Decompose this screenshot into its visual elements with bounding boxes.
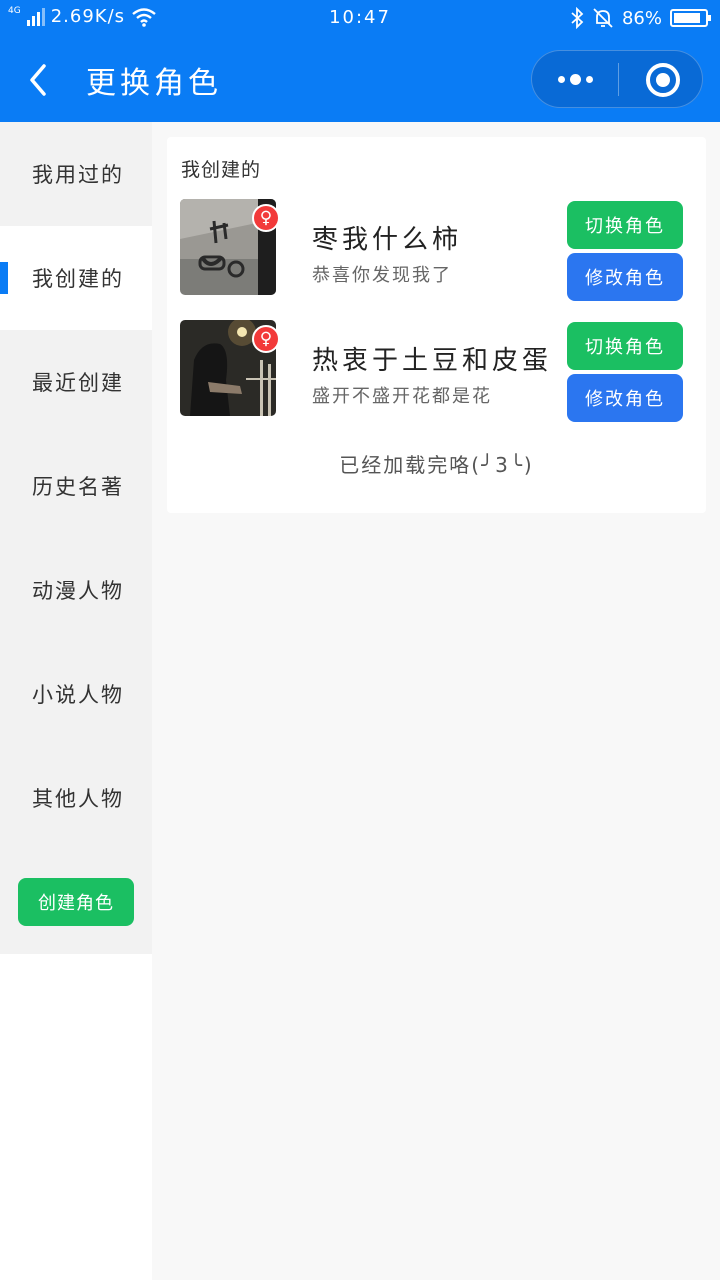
battery-fill (674, 13, 700, 23)
category-sidebar: 我用过的 我创建的 最近创建 历史名著 动漫人物 小说人物 其他人物 创建角色 (0, 122, 152, 954)
edit-role-button[interactable]: 修改角色 (567, 374, 683, 422)
create-role-button[interactable]: 创建角色 (18, 878, 134, 926)
status-bar: 4G 2.69K/s 10:47 86% (0, 0, 720, 38)
nav-bar: 更换角色 (0, 38, 720, 122)
sidebar-item-anime[interactable]: 动漫人物 (0, 538, 152, 642)
sidebar-item-other[interactable]: 其他人物 (0, 746, 152, 850)
female-icon: ♀ (252, 325, 280, 353)
sidebar-item-label: 我用过的 (32, 163, 124, 187)
sidebar-item-label: 动漫人物 (32, 579, 124, 603)
role-name: 热衷于土豆和皮蛋 (312, 346, 553, 376)
female-icon: ♀ (252, 204, 280, 232)
bell-muted-icon (593, 8, 613, 28)
sidebar-item-label: 小说人物 (32, 683, 124, 707)
load-complete-text: 已经加载完咯(╯3╰) (339, 453, 534, 477)
page-title: 更换角色 (86, 66, 222, 101)
sidebar-item-created[interactable]: 我创建的 (0, 226, 152, 330)
sidebar-item-history[interactable]: 历史名著 (0, 434, 152, 538)
sidebar-item-label: 我创建的 (32, 267, 124, 291)
switch-role-button[interactable]: 切换角色 (567, 201, 683, 249)
sidebar-item-recent[interactable]: 最近创建 (0, 330, 152, 434)
battery-text: 86% (621, 7, 662, 29)
role-name: 枣我什么柿 (312, 225, 463, 255)
back-arrow-icon[interactable] (24, 60, 54, 100)
capsule-divider (618, 63, 619, 96)
role-list-card: 我创建的 ♀ 枣我什么柿 恭喜你发现我了 切换角色 修改角色 ♀ 热衷于土豆和皮… (167, 137, 706, 513)
mini-program-capsule (531, 50, 703, 108)
sidebar-item-label: 最近创建 (32, 371, 124, 395)
sidebar-item-used[interactable]: 我用过的 (0, 122, 152, 226)
more-dots-icon[interactable] (532, 51, 618, 107)
close-target-icon[interactable] (646, 63, 680, 97)
bluetooth-icon (571, 7, 584, 29)
role-item: ♀ 热衷于土豆和皮蛋 盛开不盛开花都是花 切换角色 修改角色 (180, 320, 696, 422)
sidebar-blank-area (0, 954, 152, 1280)
status-right: 86% (570, 7, 711, 29)
sidebar-item-label: 历史名著 (32, 475, 124, 499)
role-description: 恭喜你发现我了 (312, 265, 452, 286)
sidebar-item-novel[interactable]: 小说人物 (0, 642, 152, 746)
section-heading: 我创建的 (181, 159, 262, 181)
battery-icon (670, 9, 711, 27)
role-item: ♀ 枣我什么柿 恭喜你发现我了 切换角色 修改角色 (180, 199, 696, 301)
edit-role-button[interactable]: 修改角色 (567, 253, 683, 301)
sidebar-item-label: 其他人物 (32, 787, 124, 811)
switch-role-button[interactable]: 切换角色 (567, 322, 683, 370)
role-description: 盛开不盛开花都是花 (312, 386, 492, 407)
